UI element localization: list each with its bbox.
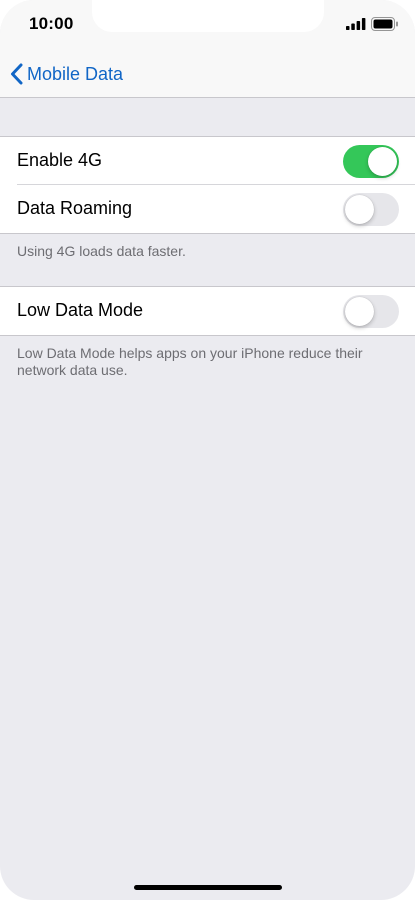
chevron-left-icon <box>11 63 23 85</box>
setting-row-low-data-mode: Low Data Mode <box>0 287 415 335</box>
setting-label-low-data-mode: Low Data Mode <box>17 300 144 320</box>
phone-screen: 10:00 Mobile Data Enable 4G Data Roaming… <box>0 0 415 900</box>
toggle-knob <box>345 297 374 326</box>
group-footer-note-4g: Using 4G loads data faster. <box>17 243 186 259</box>
navigation-bar: Mobile Data <box>0 50 415 98</box>
setting-row-data-roaming: Data Roaming <box>0 185 415 233</box>
enable-4g-toggle[interactable] <box>343 145 399 178</box>
low-data-mode-toggle[interactable] <box>343 295 399 328</box>
setting-row-enable-4g: Enable 4G <box>0 137 415 185</box>
back-button[interactable]: Mobile Data <box>10 61 123 87</box>
settings-group-network: Enable 4G Data Roaming <box>0 136 415 234</box>
toggle-knob <box>368 147 397 176</box>
signal-bars-icon <box>346 18 366 30</box>
settings-group-low-data: Low Data Mode <box>0 286 415 336</box>
setting-label-data-roaming: Data Roaming <box>17 198 133 218</box>
toggle-knob <box>345 195 374 224</box>
notch <box>92 0 324 32</box>
status-bar: 10:00 <box>0 0 415 50</box>
setting-label-enable-4g: Enable 4G <box>17 150 103 170</box>
back-button-label: Mobile Data <box>27 63 124 84</box>
battery-icon <box>371 17 398 31</box>
status-time: 10:00 <box>29 14 74 33</box>
data-roaming-toggle[interactable] <box>343 193 399 226</box>
home-indicator <box>134 885 282 890</box>
group-footer-note-low-data: Low Data Mode helps apps on your iPhone … <box>17 345 363 378</box>
